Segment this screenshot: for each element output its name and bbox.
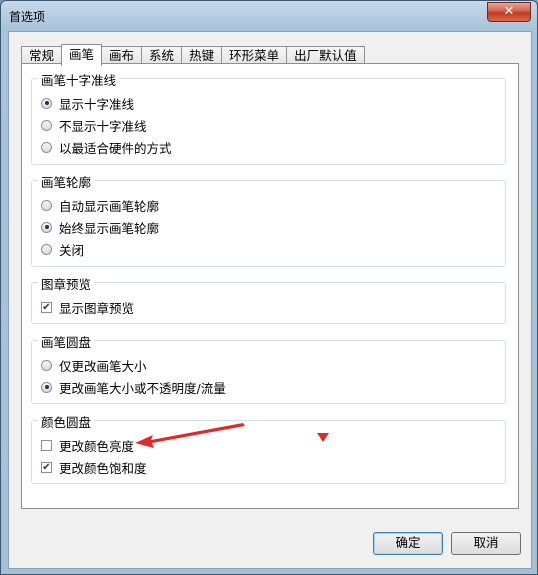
- radio-label: 更改画笔大小或不透明度/流量: [59, 380, 226, 396]
- group-stamp-title: 图章预览: [38, 274, 95, 293]
- close-button[interactable]: ✕: [487, 2, 531, 22]
- group-crosshair: 画笔十字准线 显示十字准线 不显示十字准线 以最适合硬件的方式: [31, 70, 506, 165]
- radio-size-only[interactable]: 仅更改画笔大小: [41, 357, 147, 374]
- checkbox-change-saturation[interactable]: ✔ 更改颜色饱和度: [41, 459, 147, 476]
- checkbox-change-brightness[interactable]: 更改颜色亮度: [41, 437, 135, 454]
- radio-button-selected[interactable]: [41, 97, 52, 109]
- checkbox-unchecked[interactable]: [41, 439, 52, 451]
- tab-strip: 常规 画笔 画布 系统 热键 环形菜单 出厂默认值: [21, 44, 365, 66]
- group-color-puck: 颜色圆盘 更改颜色亮度 ✔ 更改颜色饱和度: [31, 412, 506, 484]
- dialog-client-area: 常规 画笔 画布 系统 热键 环形菜单 出厂默认值 画笔十字准线 显示十字准线 …: [8, 31, 532, 569]
- radio-size-or-opacity[interactable]: 更改画笔大小或不透明度/流量: [41, 379, 226, 396]
- radio-label: 自动显示画笔轮廓: [59, 198, 160, 214]
- radio-auto-outline[interactable]: 自动显示画笔轮廓: [41, 197, 160, 214]
- dialog-buttons: 确定 取消: [373, 532, 521, 555]
- radio-button-selected[interactable]: [41, 221, 52, 233]
- radio-label: 显示十字准线: [59, 96, 135, 112]
- tab-brush[interactable]: 画笔: [61, 44, 103, 66]
- radio-outline-off[interactable]: 关闭: [41, 241, 85, 258]
- title-bar[interactable]: 首选项 ✕: [1, 1, 537, 31]
- radio-button[interactable]: [41, 359, 52, 371]
- group-stamp-preview: 图章预览 ✔ 显示图章预览: [31, 274, 506, 324]
- checkbox-label: 更改颜色饱和度: [59, 460, 147, 476]
- radio-label: 始终显示画笔轮廓: [59, 220, 160, 236]
- radio-hide-crosshair[interactable]: 不显示十字准线: [41, 117, 147, 134]
- radio-label: 以最适合硬件的方式: [59, 140, 172, 156]
- radio-button[interactable]: [41, 119, 52, 131]
- group-color-puck-title: 颜色圆盘: [38, 412, 95, 431]
- annotation-arrow-icon: [135, 423, 245, 448]
- radio-button[interactable]: [41, 141, 52, 153]
- radio-label: 仅更改画笔大小: [59, 358, 147, 374]
- checkbox-checked[interactable]: ✔: [41, 301, 52, 313]
- radio-button[interactable]: [41, 243, 52, 255]
- radio-always-outline[interactable]: 始终显示画笔轮廓: [41, 219, 160, 236]
- radio-button-selected[interactable]: [41, 381, 52, 393]
- window-title: 首选项: [9, 10, 46, 24]
- group-brush-puck: 画笔圆盘 仅更改画笔大小 更改画笔大小或不透明度/流量: [31, 332, 506, 404]
- group-brush-outline: 画笔轮廓 自动显示画笔轮廓 始终显示画笔轮廓 关闭: [31, 172, 506, 267]
- checkbox-label: 显示图章预览: [59, 300, 135, 316]
- cancel-button[interactable]: 取消: [451, 532, 521, 555]
- radio-label: 关闭: [59, 242, 85, 258]
- radio-show-crosshair[interactable]: 显示十字准线: [41, 95, 135, 112]
- checkbox-checked[interactable]: ✔: [41, 461, 52, 473]
- checkbox-show-stamp-preview[interactable]: ✔ 显示图章预览: [41, 299, 135, 316]
- radio-hardware-crosshair[interactable]: 以最适合硬件的方式: [41, 139, 172, 156]
- preferences-window: 首选项 ✕ 常规 画笔 画布 系统 热键 环形菜单 出厂默认值 画笔十字准线 显…: [0, 0, 538, 575]
- radio-button[interactable]: [41, 199, 52, 211]
- checkbox-label: 更改颜色亮度: [59, 438, 135, 454]
- annotation-triangle-icon: [317, 433, 329, 442]
- brush-tab-panel: 画笔十字准线 显示十字准线 不显示十字准线 以最适合硬件的方式 画笔轮廓 自动显…: [21, 63, 519, 509]
- ok-button[interactable]: 确定: [373, 532, 443, 555]
- group-brush-puck-title: 画笔圆盘: [38, 332, 95, 351]
- group-outline-title: 画笔轮廓: [38, 172, 95, 191]
- radio-label: 不显示十字准线: [59, 118, 147, 134]
- group-crosshair-title: 画笔十字准线: [38, 70, 120, 89]
